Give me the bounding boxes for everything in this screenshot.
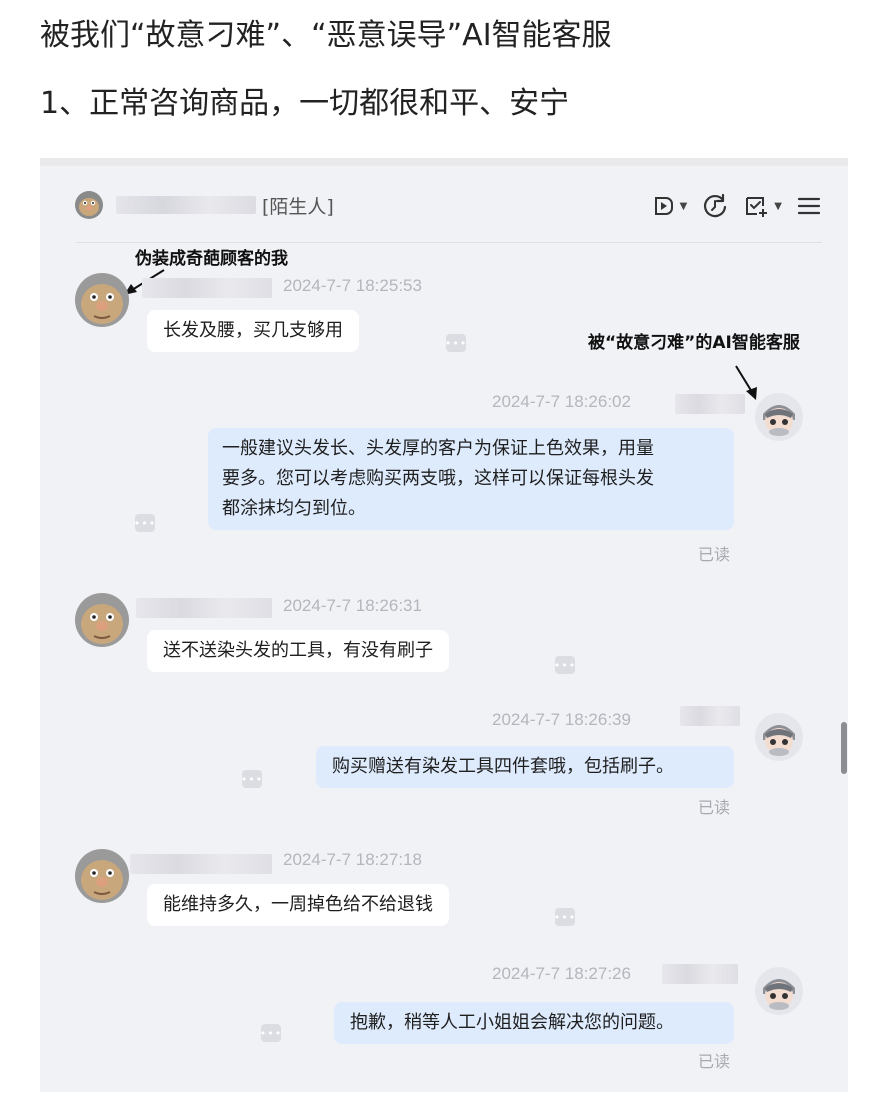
bot-avatar[interactable] [754, 966, 804, 1016]
article-subtitle: 1、正常咨询商品，一切都很和平、安宁 [40, 86, 570, 121]
video-call-button[interactable]: ▼ [651, 193, 688, 219]
header-toolbar: ▼ ▼ [651, 190, 822, 222]
customer-avatar[interactable] [74, 848, 130, 904]
more-options-button[interactable]: ••• [554, 908, 575, 926]
message-line: 都涂抹均匀到位。 [222, 498, 366, 519]
message-timestamp: 2024-7-7 18:26:39 [492, 710, 631, 729]
task-check-icon [746, 197, 768, 217]
message-line: 一般建议头发长、头发厚的客户为保证上色效果，用量 [222, 438, 654, 459]
history-button[interactable] [701, 192, 729, 220]
chat-header: [陌生人] ▼ ▼ [40, 166, 848, 244]
contact-name-blurred [116, 196, 256, 214]
chevron-down-icon: ▼ [679, 200, 688, 212]
customer-message-bubble[interactable]: 能维持多久，一周掉色给不给退钱 [147, 884, 449, 926]
message-timestamp: 2024-7-7 18:25:53 [283, 276, 422, 295]
chat-scrollbar[interactable] [841, 722, 847, 774]
bot-message-bubble[interactable]: 购买赠送有染发工具四件套哦，包括刷子。 [316, 746, 734, 788]
bot-avatar[interactable] [754, 392, 804, 442]
more-options-button[interactable]: ••• [260, 1024, 281, 1042]
header-divider [76, 242, 822, 243]
contact-avatar-icon[interactable] [74, 190, 104, 220]
customer-avatar[interactable] [74, 592, 130, 648]
sender-name-blurred [680, 706, 740, 726]
customer-message-bubble[interactable]: 送不送染头发的工具，有没有刷子 [147, 630, 449, 672]
task-button[interactable]: ▼ [743, 192, 782, 220]
sender-name-blurred [136, 598, 272, 618]
message-timestamp: 2024-7-7 18:27:26 [492, 964, 631, 983]
read-status: 已读 [698, 1052, 731, 1071]
sender-name-blurred [142, 278, 272, 298]
read-status: 已读 [698, 798, 731, 817]
contact-stranger-tag: [陌生人] [262, 196, 334, 218]
chevron-down-icon: ▼ [774, 200, 782, 212]
sender-name-blurred [675, 394, 745, 414]
bot-message-bubble[interactable]: 一般建议头发长、头发厚的客户为保证上色效果，用量 要多。您可以考虑购买两支哦，这… [208, 428, 734, 530]
screenshot-top-border [40, 158, 848, 166]
more-options-button[interactable]: ••• [241, 770, 262, 788]
more-options-button[interactable]: ••• [445, 334, 466, 352]
menu-button[interactable] [796, 193, 822, 219]
article-title: 被我们“故意刁难”、“恶意误导”AI智能客服 [40, 18, 612, 53]
bot-message-bubble[interactable]: 抱歉，稍等人工小姐姐会解决您的问题。 [334, 1002, 734, 1044]
message-line: 要多。您可以考虑购买两支哦，这样可以保证每根头发 [222, 468, 654, 489]
bot-annotation: 被“故意刁难”的AI智能客服 [588, 333, 800, 353]
sender-name-blurred [662, 964, 738, 984]
history-icon [704, 193, 727, 218]
bot-avatar[interactable] [754, 712, 804, 762]
read-status: 已读 [698, 545, 731, 564]
menu-icon [797, 197, 821, 215]
customer-avatar[interactable] [74, 272, 130, 328]
message-timestamp: 2024-7-7 18:27:18 [283, 850, 422, 869]
message-timestamp: 2024-7-7 18:26:31 [283, 596, 422, 615]
chat-window: [陌生人] ▼ ▼ 伪装成奇葩顾客的我 被“故意刁难”的AI智能客服 2024-… [40, 166, 848, 1092]
video-call-icon [654, 197, 673, 215]
more-options-button[interactable]: ••• [554, 656, 575, 674]
more-options-button[interactable]: ••• [134, 514, 155, 532]
message-timestamp: 2024-7-7 18:26:02 [492, 392, 631, 411]
customer-message-bubble[interactable]: 长发及腰，买几支够用 [147, 310, 359, 352]
sender-name-blurred [130, 854, 272, 874]
